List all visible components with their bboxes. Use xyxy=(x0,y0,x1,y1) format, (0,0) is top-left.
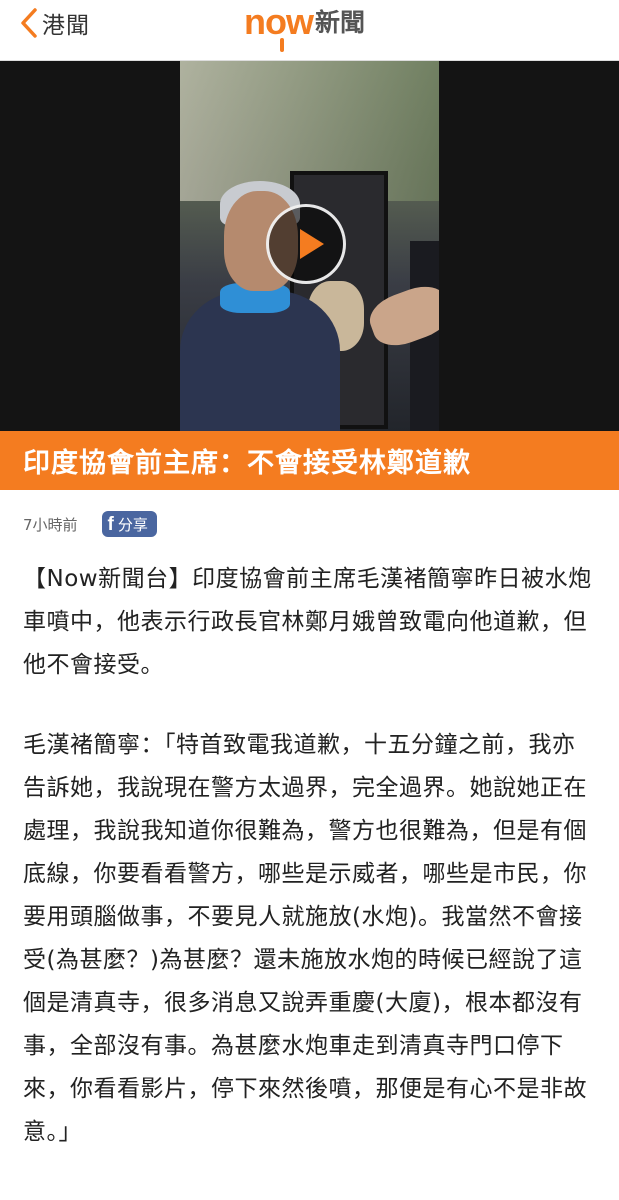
article-paragraph: 毛漢褚簡寧：「特首致電我道歉，十五分鐘之前，我亦告訴她，我說現在警方太過界，完全… xyxy=(23,732,587,1145)
video-player[interactable] xyxy=(0,61,619,431)
brand-now: now xyxy=(244,4,314,52)
share-label: 分享 xyxy=(117,515,148,534)
headline-banner: 印度協會前主席：不會接受林鄭道歉 xyxy=(0,431,619,490)
brand-news: 新聞 xyxy=(314,7,365,37)
play-icon[interactable] xyxy=(266,204,346,284)
publish-time: 7小時前 xyxy=(23,515,78,534)
article-headline: 印度協會前主席：不會接受林鄭道歉 xyxy=(23,448,471,479)
top-bar: 港聞 now 新聞 xyxy=(0,0,619,61)
facebook-icon: f xyxy=(107,513,114,535)
back-label: 港聞 xyxy=(42,13,90,39)
article-meta: 7小時前 f 分享 xyxy=(0,490,619,558)
back-button[interactable]: 港聞 xyxy=(20,6,90,40)
chevron-left-icon xyxy=(20,8,38,38)
article-body: 【Now新聞台】印度協會前主席毛漢褚簡寧昨日被水炮車噴中，他表示行政長官林鄭月娥… xyxy=(0,558,619,1154)
article-paragraph: 【Now新聞台】印度協會前主席毛漢褚簡寧昨日被水炮車噴中，他表示行政長官林鄭月娥… xyxy=(23,566,592,678)
share-button[interactable]: f 分享 xyxy=(101,511,157,537)
now-news-logo: now 新聞 xyxy=(244,2,365,52)
